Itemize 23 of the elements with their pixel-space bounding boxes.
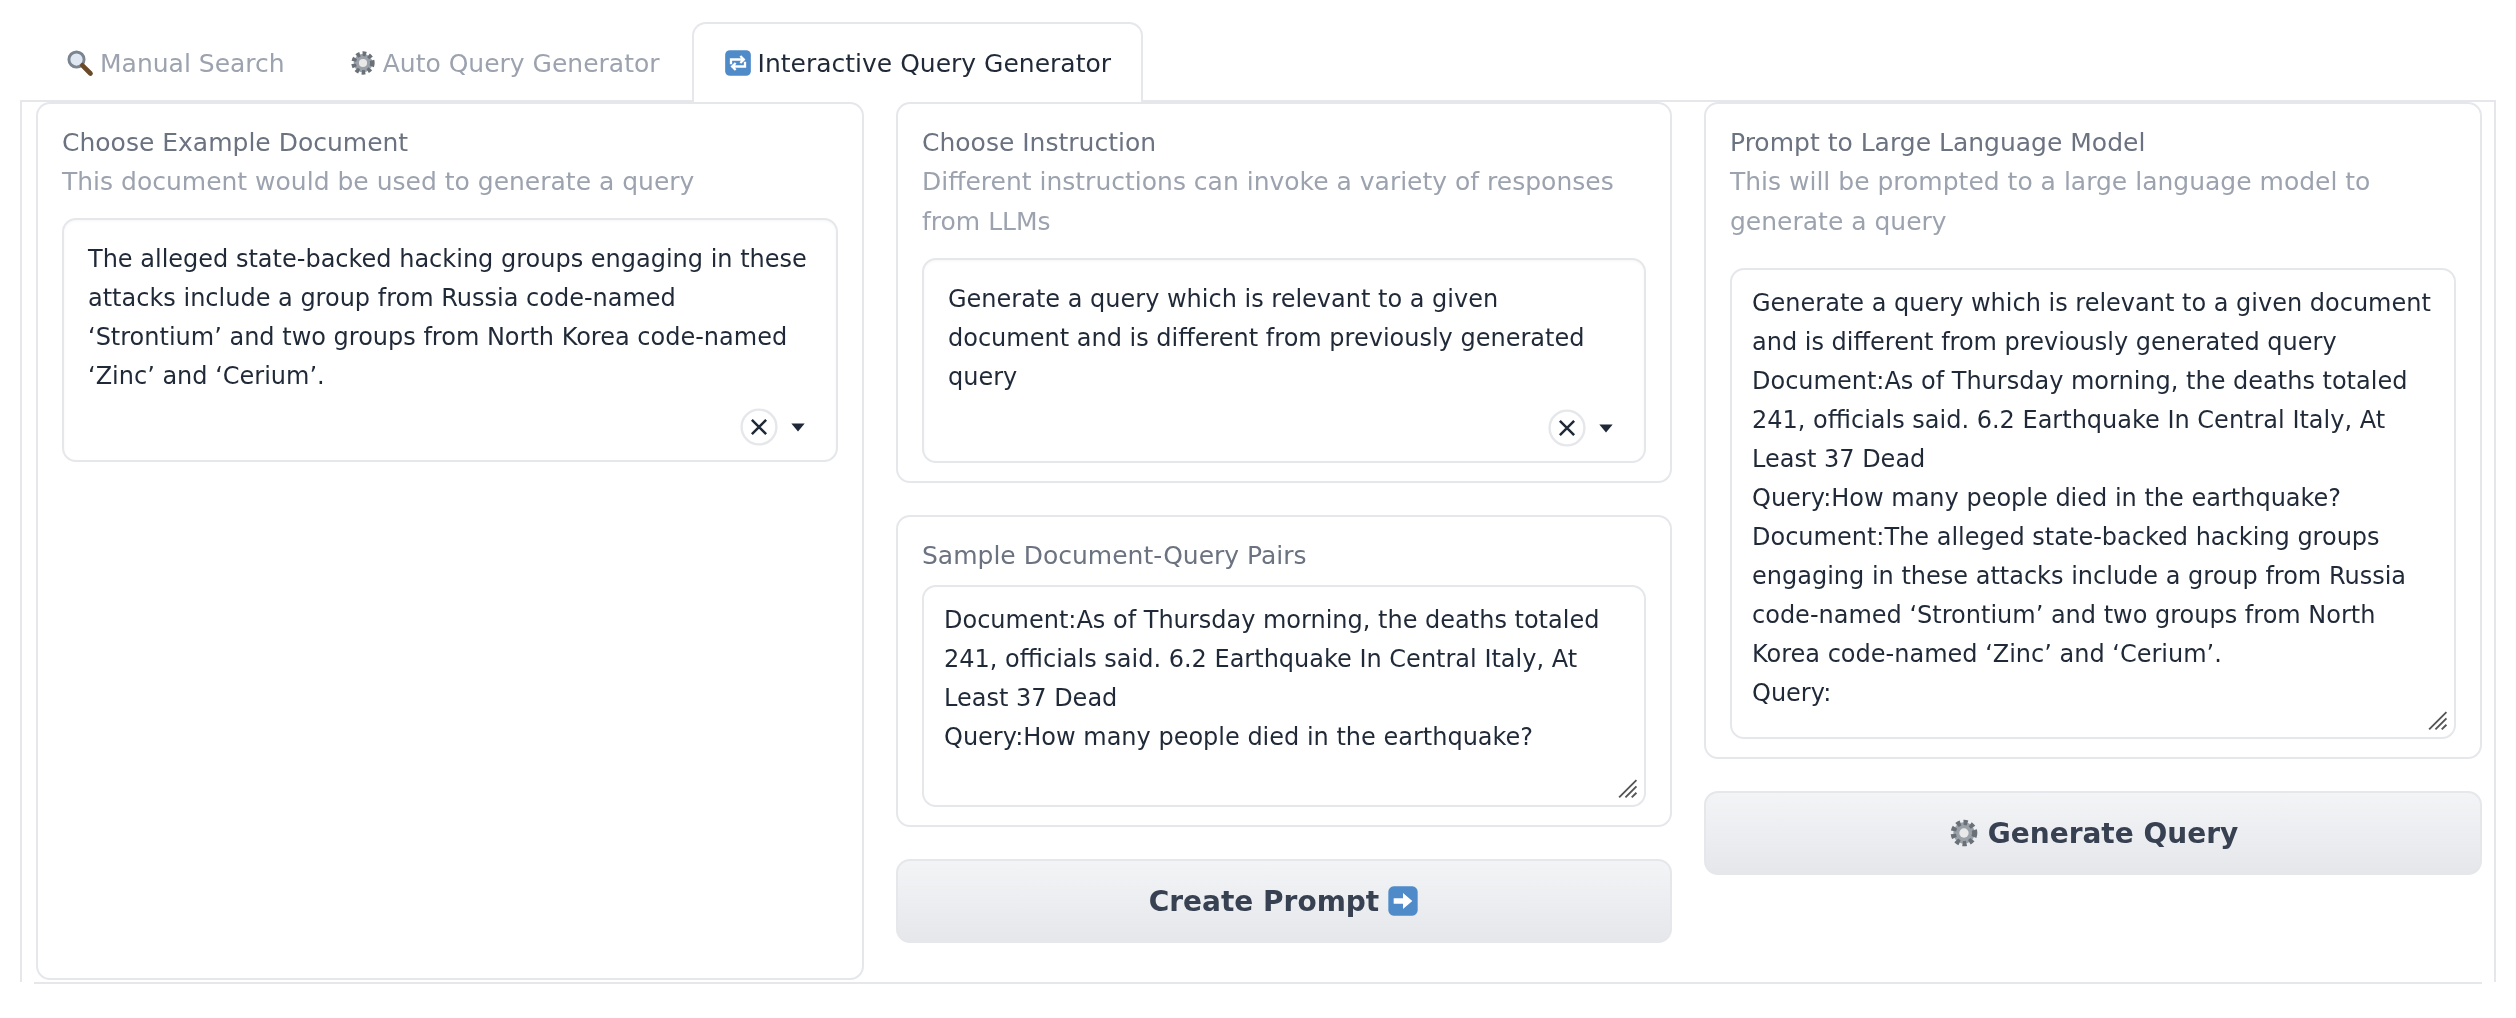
- create-prompt-button[interactable]: Create Prompt: [896, 859, 1672, 943]
- generate-query-button[interactable]: Generate Query: [1704, 791, 2482, 875]
- caret-icon[interactable]: [1598, 422, 1614, 434]
- resize-handle-icon[interactable]: [2426, 709, 2448, 731]
- caret-icon[interactable]: [790, 421, 806, 433]
- field-label: Choose Example Document: [62, 127, 410, 159]
- field-info: This document would be used to generate a query: [62, 166, 696, 198]
- repeat-icon: [723, 49, 752, 77]
- clear-icon[interactable]: [1548, 409, 1586, 447]
- clear-icon[interactable]: [740, 408, 778, 446]
- prompt-textarea[interactable]: Generate a query which is relevant to a given document and is different from previously generated query Document:As of Thursday morning, the deaths totaled 241, officials said. 6.2 Earthquake In Central Italy, At Least 37 Dead Query:How many people died in the earthquake? Document:The alleged state-backed hacking groups engaging in these attacks include a group from Russia code-named ‘Strontium’ and two groups from North Korea code-named ‘Zinc’ and ‘Cerium’. Query:: [1730, 268, 2456, 739]
- field-info: Different instructions can invoke a variety of responses from LLMs: [922, 166, 1615, 238]
- gear-icon: [348, 49, 377, 77]
- document-dropdown[interactable]: The alleged state-backed hacking groups engaging in these attacks include a group from Russia code-named ‘Strontium’ and two groups from North Korea code-named ‘Zinc’ and ‘Cerium’.: [62, 218, 838, 462]
- sample-pairs-textarea[interactable]: Document:As of Thursday morning, the deaths totaled 241, officials said. 6.2 Earthquake In Central Italy, At Least 37 Dead Query:How many people died in the earthquake?: [922, 585, 1646, 807]
- field-label: Choose Instruction: [922, 127, 1158, 159]
- tab[interactable]: Interactive Query Generator: [691, 22, 1144, 102]
- field-label: Sample Document-Query Pairs: [922, 540, 1308, 572]
- instruction-dropdown[interactable]: Generate a query which is relevant to a given document and is different from previously generated query: [922, 258, 1646, 463]
- search-icon: [66, 49, 94, 77]
- resize-handle-icon[interactable]: [1616, 777, 1638, 799]
- field-info: This will be prompted to a large language model to generate a query: [1730, 166, 2372, 238]
- field-label: Prompt to Large Language Model: [1730, 127, 2147, 159]
